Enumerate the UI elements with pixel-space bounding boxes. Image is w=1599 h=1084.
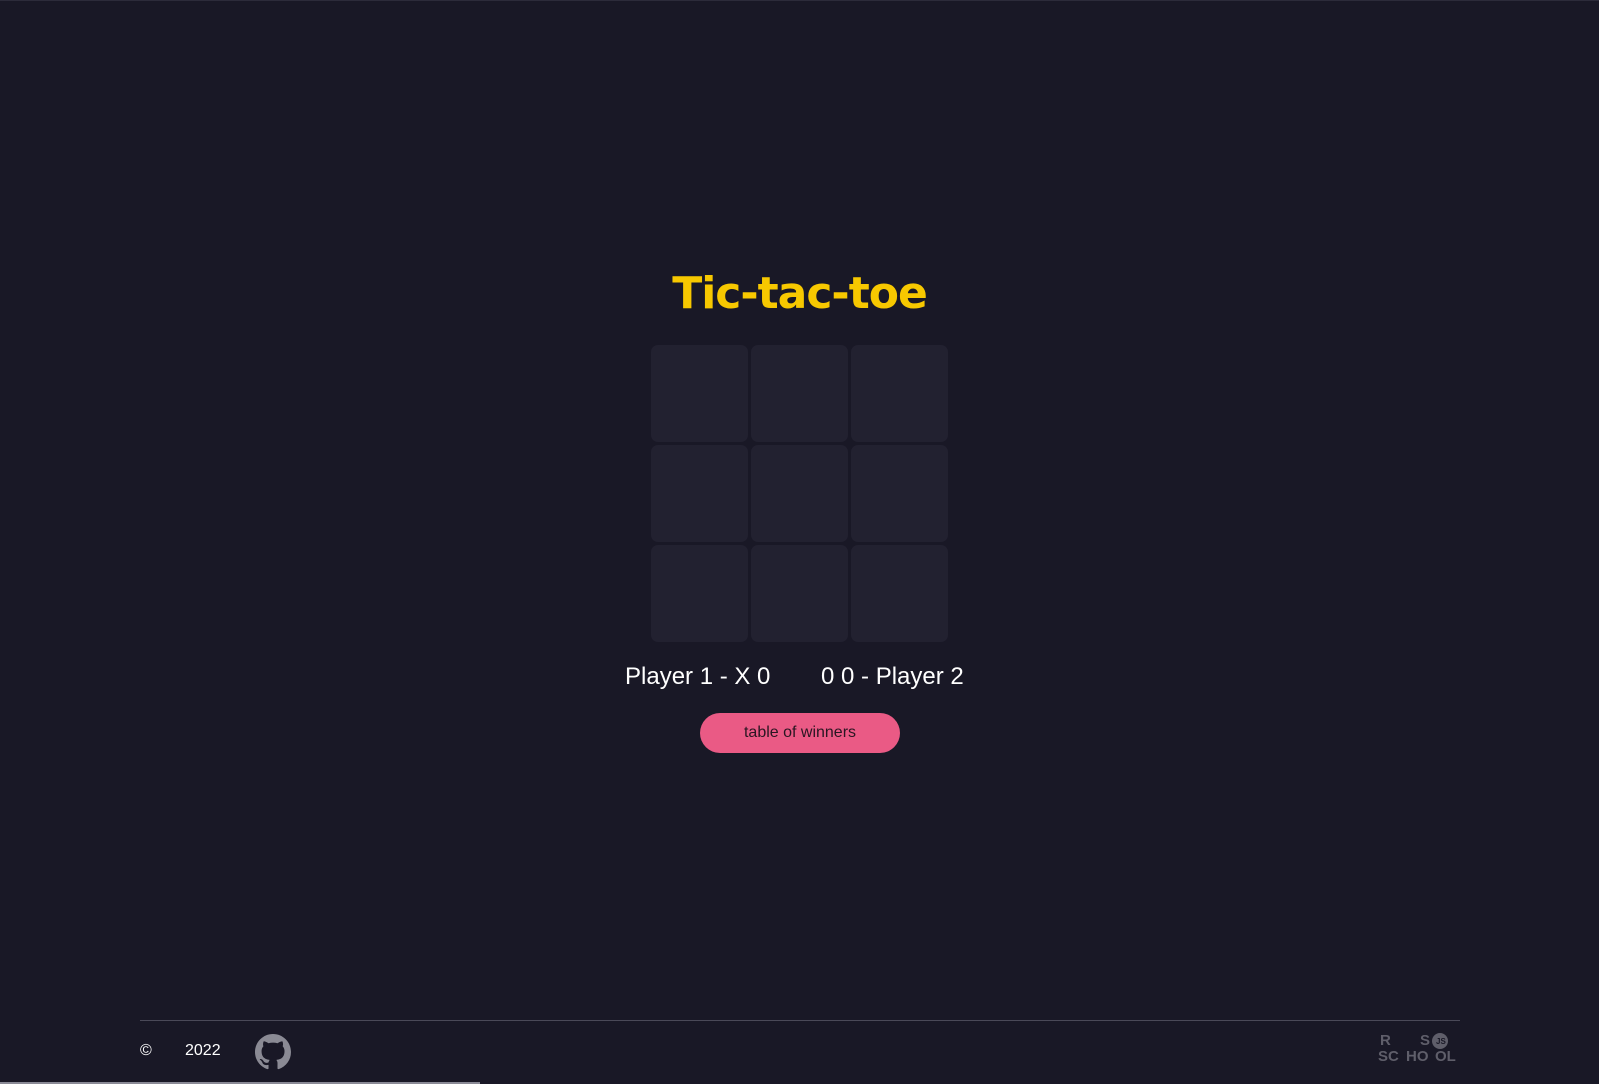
- svg-text:R: R: [1380, 1032, 1391, 1049]
- rs-school-logo-glyph: R S SC HO OL JS: [1378, 1032, 1456, 1065]
- github-icon[interactable]: [255, 1034, 291, 1070]
- svg-text:HO: HO: [1406, 1048, 1429, 1065]
- board-cell[interactable]: [751, 345, 848, 442]
- board-cell[interactable]: [651, 445, 748, 542]
- table-of-winners-button[interactable]: table of winners: [700, 713, 900, 753]
- player-2-score: 0 0 - Player 2: [821, 663, 964, 690]
- board-cell[interactable]: [851, 345, 948, 442]
- svg-text:SC: SC: [1378, 1048, 1399, 1065]
- board-cell[interactable]: [651, 345, 748, 442]
- board-cell[interactable]: [751, 545, 848, 642]
- svg-text:S: S: [1420, 1032, 1430, 1049]
- board-cell[interactable]: [651, 545, 748, 642]
- footer-divider: [140, 1020, 1460, 1021]
- svg-text:OL: OL: [1435, 1048, 1456, 1065]
- github-icon-glyph: [255, 1034, 291, 1070]
- board-cell[interactable]: [851, 545, 948, 642]
- page-title: Tic-tac-toe: [672, 268, 928, 319]
- board-cell[interactable]: [751, 445, 848, 542]
- copyright-year: 2022: [185, 1042, 221, 1059]
- copyright-symbol: ©: [140, 1042, 152, 1059]
- top-border: [0, 0, 1599, 1]
- board-cell[interactable]: [851, 445, 948, 542]
- rs-school-logo[interactable]: R S SC HO OL JS: [1378, 1030, 1462, 1066]
- game-board: [651, 345, 950, 643]
- svg-text:JS: JS: [1436, 1037, 1446, 1046]
- player-1-score: Player 1 - X 0: [625, 663, 771, 690]
